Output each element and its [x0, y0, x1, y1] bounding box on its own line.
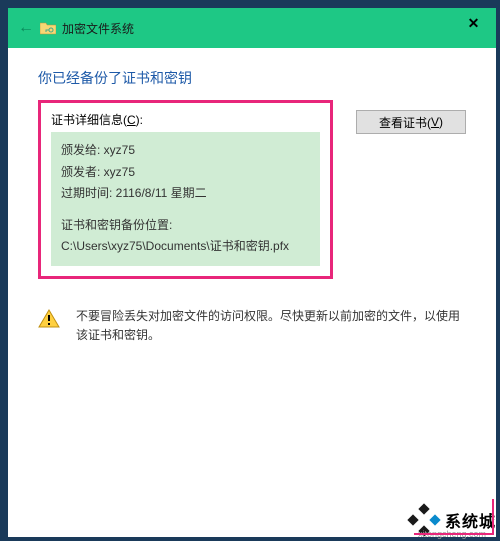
- issued-to-value: xyz75: [104, 143, 135, 157]
- issued-by-row: 颁发者: xyz75: [61, 162, 310, 184]
- cert-details-highlight: 证书详细信息(C): 颁发给: xyz75 颁发者: xyz75 过期时间: 2…: [38, 100, 333, 279]
- close-icon: ✕: [468, 15, 480, 32]
- warning-icon: [38, 309, 60, 345]
- issued-to-row: 颁发给: xyz75: [61, 140, 310, 162]
- efs-dialog-window: ← 加密文件系统 ✕ 你已经备份了证书和密钥 证书详细信息(C): 颁发给: x…: [8, 8, 496, 537]
- cert-info-box: 颁发给: xyz75 颁发者: xyz75 过期时间: 2116/8/11 星期…: [51, 132, 320, 266]
- dialog-content: 你已经备份了证书和密钥 证书详细信息(C): 颁发给: xyz75 颁发者: x…: [8, 48, 496, 537]
- issued-by-value: xyz75: [104, 165, 135, 179]
- page-heading: 你已经备份了证书和密钥: [38, 68, 466, 88]
- annotation-corner: [414, 499, 494, 535]
- expiry-value: 2116/8/11 星期二: [116, 186, 207, 200]
- backup-location-label: 证书和密钥备份位置:: [61, 215, 310, 237]
- warning-text: 不要冒险丢失对加密文件的访问权限。尽快更新以前加密的文件，以使用该证书和密钥。: [76, 307, 466, 345]
- expiry-row: 过期时间: 2116/8/11 星期二: [61, 183, 310, 205]
- view-certificate-button[interactable]: 查看证书(V): [356, 110, 466, 134]
- backup-location-value: C:\Users\xyz75\Documents\证书和密钥.pfx: [61, 236, 310, 258]
- close-button[interactable]: ✕: [451, 8, 496, 38]
- back-arrow-icon[interactable]: ←: [18, 19, 34, 37]
- warning-section: 不要冒险丢失对加密文件的访问权限。尽快更新以前加密的文件，以使用该证书和密钥。: [38, 307, 466, 345]
- folder-key-icon: [40, 21, 56, 35]
- window-title: 加密文件系统: [62, 20, 134, 37]
- cert-details-label: 证书详细信息(C):: [51, 111, 320, 128]
- titlebar: ← 加密文件系统 ✕: [8, 8, 496, 48]
